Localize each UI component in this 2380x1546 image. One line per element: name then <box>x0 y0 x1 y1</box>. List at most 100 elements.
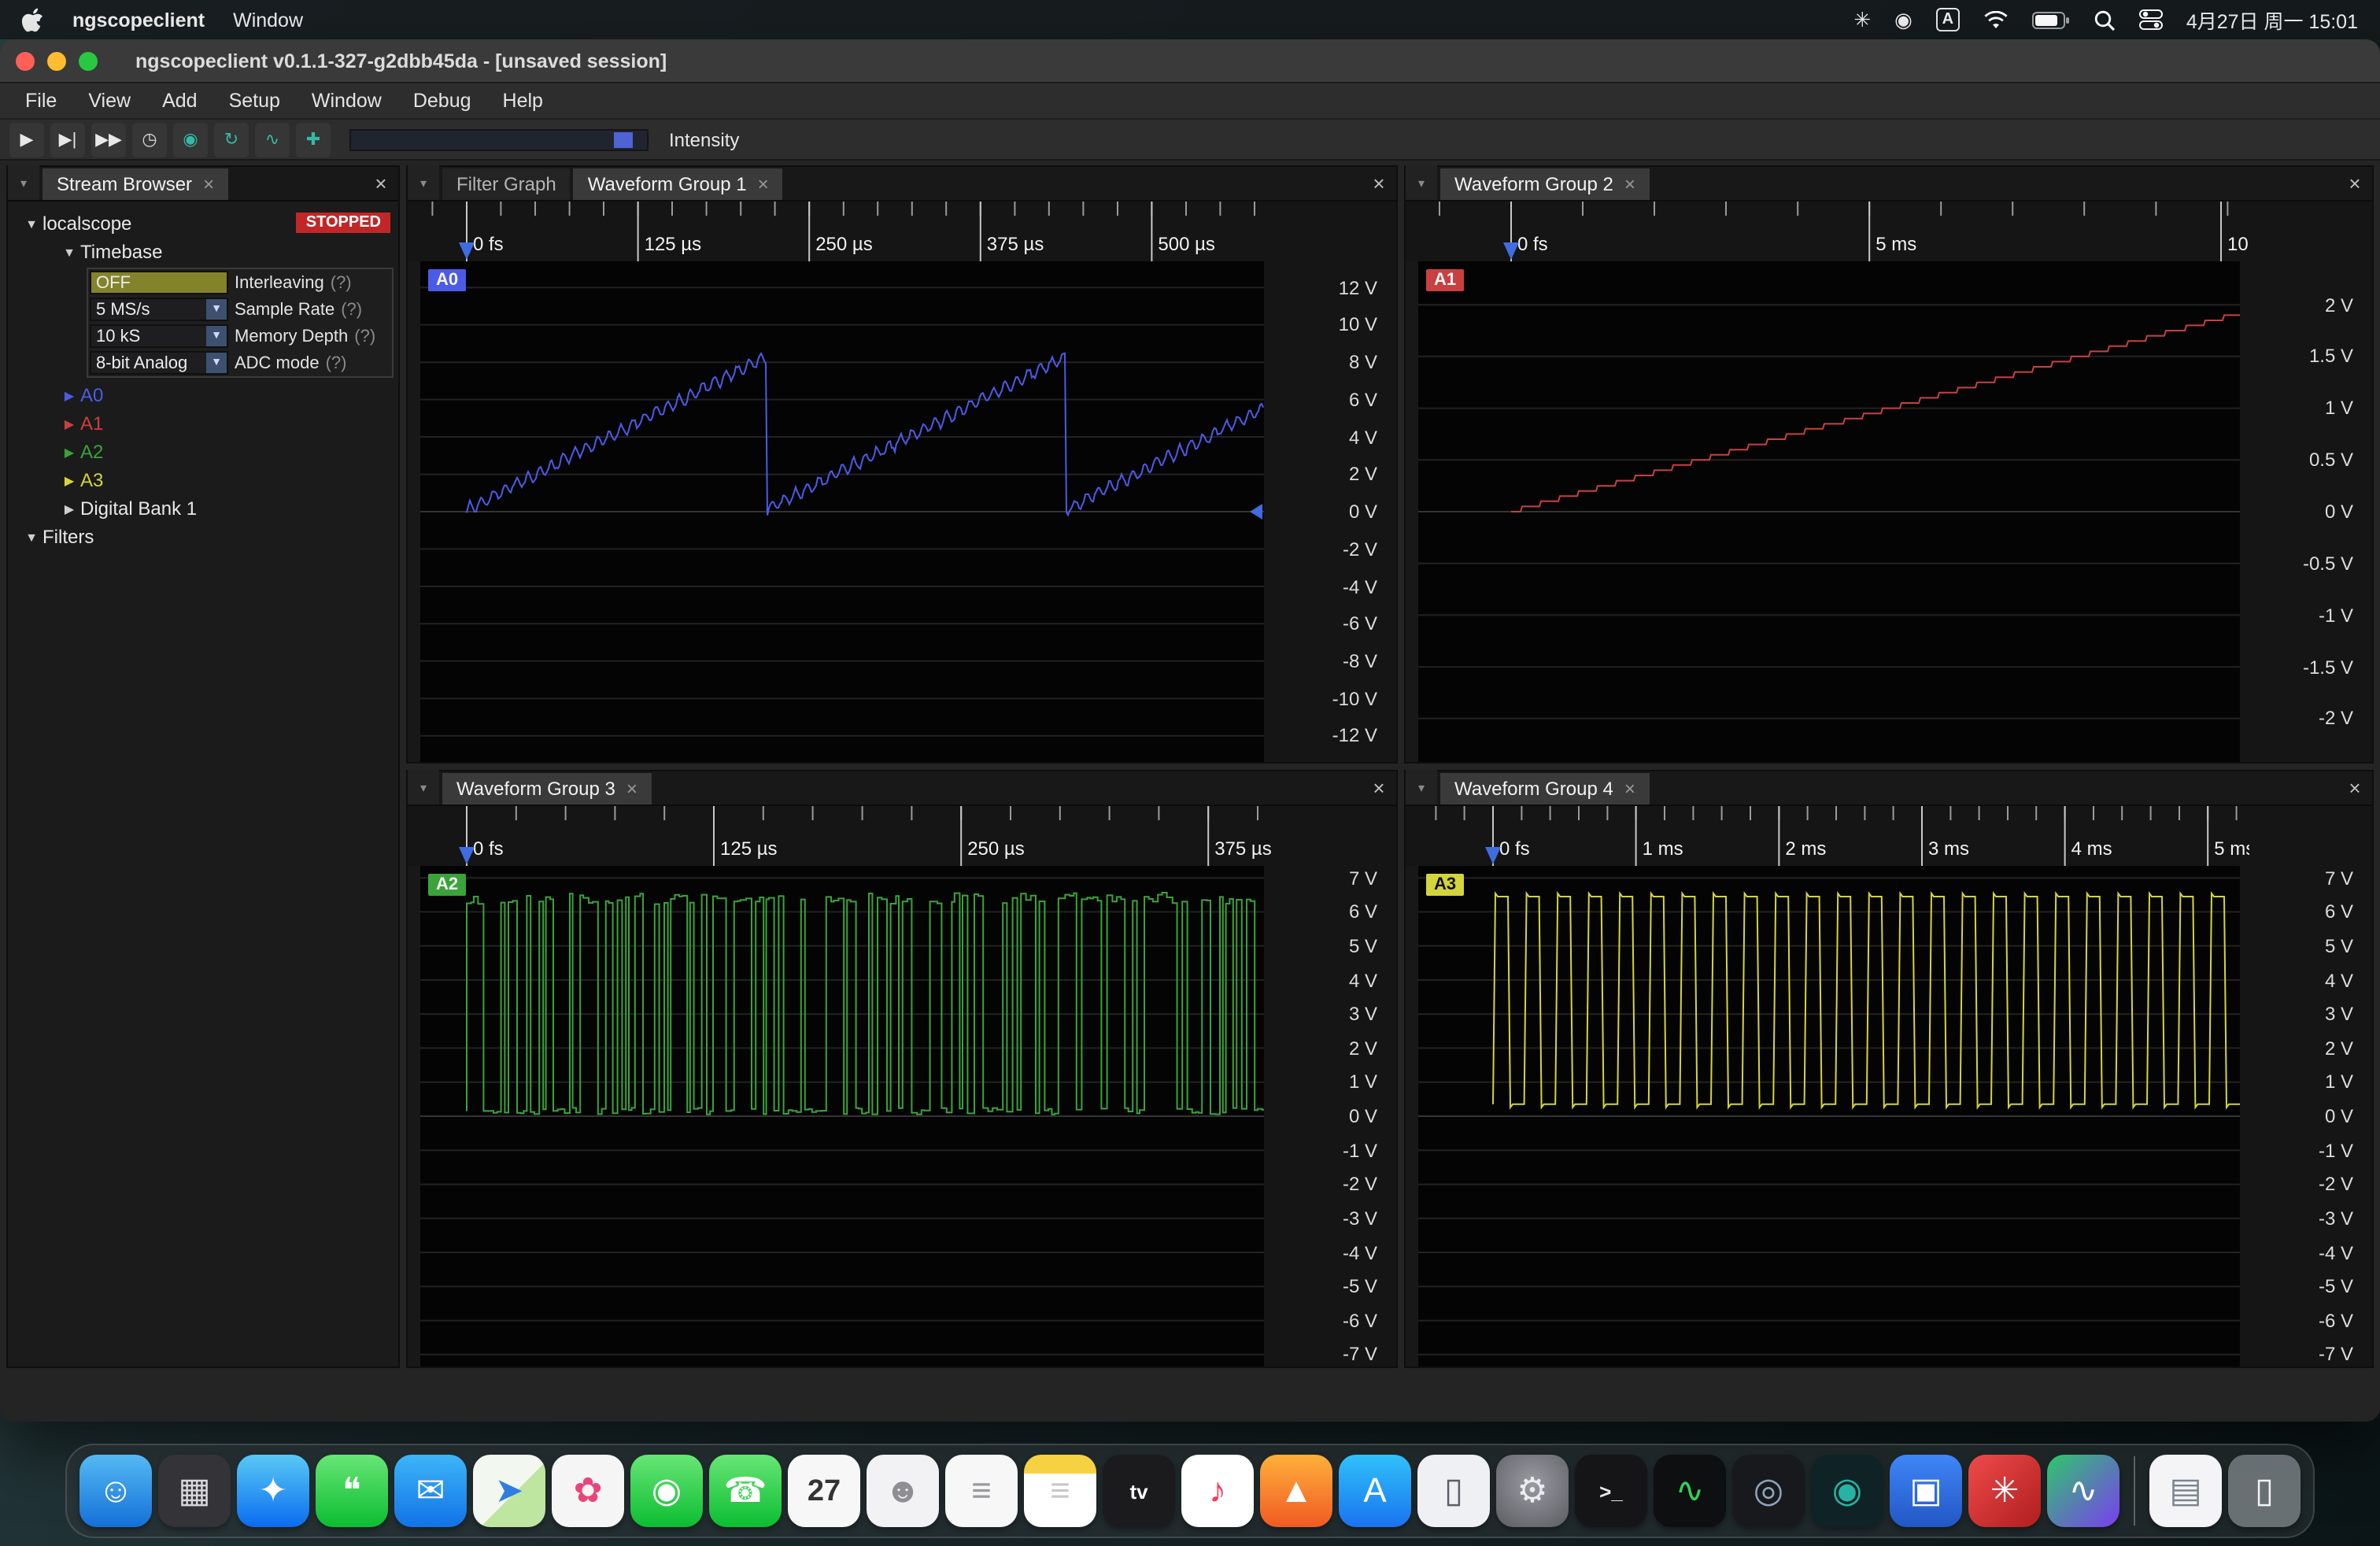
timebase-button[interactable]: ◉ <box>173 122 208 157</box>
setting-combo[interactable]: 5 MS/s▼ <box>90 298 228 321</box>
dock-signal-generator[interactable]: ∿ <box>2047 1455 2119 1527</box>
tab-waveform-group-2[interactable]: Waveform Group 2 × <box>1440 168 1650 200</box>
screen-mirroring-icon[interactable]: ◉ <box>1894 9 1913 30</box>
dock-music[interactable]: ♪ <box>1181 1455 1254 1527</box>
fullscreen-button[interactable]: ✚ <box>296 122 331 157</box>
waveform-plot-area[interactable]: A1 <box>1418 261 2240 762</box>
timeline-ruler[interactable]: 0 fs125 µs250 µs375 µs500 µs <box>408 202 1396 261</box>
channel-badge[interactable]: A0 <box>428 269 466 291</box>
tab-list-icon[interactable]: ▾ <box>408 165 439 200</box>
caret-right-icon[interactable]: ▶ <box>58 501 80 516</box>
dock-trash[interactable]: ▯ <box>2228 1455 2301 1527</box>
intensity-slider-handle[interactable] <box>613 131 632 147</box>
tab-filter-graph[interactable]: Filter Graph <box>442 168 571 200</box>
waveform-plot-area[interactable]: A3 <box>1418 866 2240 1367</box>
channel-a0[interactable]: ▶A0 <box>8 381 398 409</box>
asterisk-icon[interactable]: ✳ <box>1853 9 1871 30</box>
dock-ngscopeclient[interactable]: ◉ <box>1811 1455 1883 1527</box>
waveform-plot-area[interactable]: A2 <box>420 866 1264 1367</box>
close-tab-icon[interactable]: × <box>1624 173 1635 195</box>
menu-view[interactable]: View <box>72 90 146 112</box>
dock-glscopeclient[interactable]: ✳ <box>1968 1455 2041 1527</box>
tab-list-icon[interactable]: ▾ <box>1406 165 1437 200</box>
combo-arrow-icon[interactable]: ▼ <box>206 299 227 320</box>
tree-node-filters[interactable]: ▼ Filters <box>8 523 398 551</box>
menu-window[interactable]: Window <box>296 90 397 112</box>
tree-node-timebase[interactable]: ▼ Timebase <box>8 238 398 266</box>
menubar-clock[interactable]: 4月27日 周一 15:01 <box>2186 5 2358 35</box>
tab-waveform-group-3[interactable]: Waveform Group 3 × <box>442 773 652 804</box>
channel-a1[interactable]: ▶A1 <box>8 409 398 438</box>
dock-system-settings[interactable]: ⚙ <box>1496 1455 1569 1527</box>
waveform-plot-area[interactable]: A0 <box>420 261 1264 762</box>
menu-add[interactable]: Add <box>146 90 213 112</box>
dock-phone[interactable]: ☎ <box>709 1455 782 1527</box>
setting-combo[interactable]: 8-bit Analog▼ <box>90 351 228 375</box>
menu-setup[interactable]: Setup <box>213 90 296 112</box>
intensity-slider[interactable] <box>349 128 649 150</box>
dock-cad-viewer[interactable]: ▣ <box>1890 1455 1962 1527</box>
dock-notes[interactable]: ≡ <box>1024 1455 1096 1527</box>
tab-waveform-group-4[interactable]: Waveform Group 4 × <box>1440 773 1650 804</box>
tab-list-icon[interactable]: ▾ <box>408 770 439 804</box>
tab-stream-browser[interactable]: Stream Browser × <box>42 168 228 200</box>
channel-a3[interactable]: ▶A3 <box>8 466 398 494</box>
input-source-icon[interactable]: A <box>1936 8 1960 31</box>
dock-calendar[interactable]: 27 <box>788 1455 860 1527</box>
help-icon[interactable]: (?) <box>354 327 375 346</box>
close-tab-icon[interactable]: × <box>1624 778 1635 800</box>
menu-debug[interactable]: Debug <box>397 90 487 112</box>
y-axis[interactable]: 12 V10 V8 V6 V4 V2 V0 V-2 V-4 V-6 V-8 V-… <box>1264 261 1396 762</box>
dock-iphone-mirroring[interactable]: ▯ <box>1417 1455 1490 1527</box>
timeline-ruler[interactable]: 0 fs1 ms2 ms3 ms4 ms5 ms <box>1406 806 2372 866</box>
combo-arrow-icon[interactable]: ▼ <box>206 353 227 373</box>
dock-photos[interactable]: ✿ <box>552 1455 624 1527</box>
spotlight-icon[interactable] <box>2094 9 2116 31</box>
channel-badge[interactable]: A1 <box>1426 269 1464 291</box>
close-panel-icon[interactable]: × <box>364 165 398 200</box>
help-icon[interactable]: (?) <box>331 273 352 292</box>
channel-badge[interactable]: A3 <box>1426 874 1464 896</box>
close-tab-icon[interactable]: × <box>203 173 214 195</box>
dock-mail[interactable]: ✉ <box>394 1455 467 1527</box>
tab-list-icon[interactable]: ▾ <box>1406 770 1437 804</box>
caret-right-icon[interactable]: ▶ <box>58 445 80 459</box>
dock-app-store[interactable]: A <box>1339 1455 1411 1527</box>
close-window-button[interactable] <box>16 51 35 70</box>
y-axis[interactable]: 7 V6 V5 V4 V3 V2 V1 V0 V-1 V-2 V-3 V-4 V… <box>1264 866 1396 1367</box>
interleaving-toggle[interactable]: OFF <box>90 271 228 294</box>
dock-maps[interactable]: ➤ <box>473 1455 545 1527</box>
caret-right-icon[interactable]: ▶ <box>58 416 80 431</box>
caret-down-icon[interactable]: ▼ <box>20 530 42 544</box>
refresh-button[interactable]: ↻ <box>214 122 249 157</box>
zoom-window-button[interactable] <box>79 51 98 70</box>
tab-list-icon[interactable]: ▾ <box>8 165 39 200</box>
tab-waveform-group-1[interactable]: Waveform Group 1 × <box>574 168 783 200</box>
y-axis[interactable]: 7 V6 V5 V4 V3 V2 V1 V0 V-1 V-2 V-3 V-4 V… <box>2240 866 2372 1367</box>
combo-arrow-icon[interactable]: ▼ <box>206 326 227 346</box>
autoscale-button[interactable]: ∿ <box>255 122 290 157</box>
dock-apple-tv[interactable]: tv <box>1103 1455 1175 1527</box>
dock-finder[interactable]: ☺ <box>79 1455 152 1527</box>
control-center-icon[interactable] <box>2139 8 2163 31</box>
dock-facetime[interactable]: ◉ <box>630 1455 703 1527</box>
menubar-app-name[interactable]: ngscopeclient <box>72 9 205 31</box>
timeline-ruler[interactable]: 0 fs125 µs250 µs375 µs <box>408 806 1396 866</box>
tree-node-digital-bank[interactable]: ▶ Digital Bank 1 <box>8 494 398 523</box>
dock-safari[interactable]: ✦ <box>237 1455 309 1527</box>
window-titlebar[interactable]: ngscopeclient v0.1.1-327-g2dbb45da - [un… <box>0 39 2380 83</box>
force-trigger-button[interactable]: ▶▶ <box>91 122 126 157</box>
y-axis[interactable]: 2 V1.5 V1 V0.5 V0 V-0.5 V-1 V-1.5 V-2 V <box>2240 261 2372 762</box>
dock-launchpad[interactable]: ▦ <box>158 1455 231 1527</box>
dock-contacts[interactable]: ☻ <box>867 1455 939 1527</box>
dock-scope-analyzer[interactable]: ∿ <box>1654 1455 1726 1527</box>
caret-down-icon[interactable]: ▼ <box>20 216 42 231</box>
close-tab-icon[interactable]: × <box>758 173 769 195</box>
dock-terminal[interactable]: >_ <box>1575 1455 1647 1527</box>
setting-combo[interactable]: 10 kS▼ <box>90 324 228 348</box>
help-icon[interactable]: (?) <box>326 353 347 372</box>
caret-right-icon[interactable]: ▶ <box>58 388 80 402</box>
menu-file[interactable]: File <box>9 90 72 112</box>
dock-logic-analyzer[interactable]: ◎ <box>1732 1455 1805 1527</box>
apple-menu[interactable] <box>22 7 44 32</box>
